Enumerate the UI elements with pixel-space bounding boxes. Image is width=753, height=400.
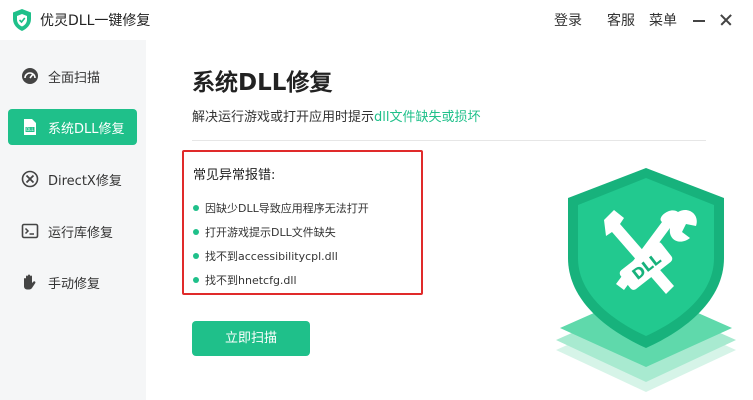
- subtitle-highlight: dll文件缺失或损坏: [374, 110, 481, 125]
- error-list-item: 找不到hnetcfg.dll: [193, 272, 297, 288]
- page-subtitle: 解决运行游戏或打开应用时提示dll文件缺失或损坏: [192, 106, 481, 125]
- error-list-item: 打开游戏提示DLL文件缺失: [193, 224, 336, 240]
- app-logo-icon: [13, 9, 31, 31]
- sidebar-item-label: 系统DLL修复: [48, 122, 125, 137]
- sidebar-item-full-scan[interactable]: 全面扫描: [8, 58, 137, 94]
- page-title: 系统DLL修复: [192, 70, 333, 96]
- error-text: 打开游戏提示DLL文件缺失: [205, 226, 336, 239]
- common-errors-box: 常见异常报错: 因缺少DLL导致应用程序无法打开 打开游戏提示DLL文件缺失 找…: [182, 150, 423, 295]
- scan-now-button[interactable]: 立即扫描: [192, 321, 310, 356]
- runtime-icon: [21, 223, 39, 239]
- error-text: 因缺少DLL导致应用程序无法打开: [205, 202, 369, 215]
- sidebar-item-label: 全面扫描: [48, 71, 101, 86]
- sidebar-item-label: 运行库修复: [48, 226, 114, 241]
- minimize-button[interactable]: [691, 12, 707, 28]
- customer-service-link[interactable]: 客服: [607, 10, 635, 30]
- sidebar: 全面扫描 DLL 系统DLL修复 DirectX修复 运行库修复 手动修复: [0, 40, 146, 400]
- sidebar-item-directx-repair[interactable]: DirectX修复: [8, 161, 137, 197]
- close-button[interactable]: [718, 12, 734, 28]
- dll-shield-illustration: DLL: [556, 168, 736, 392]
- error-text: 找不到hnetcfg.dll: [205, 274, 297, 287]
- common-errors-heading: 常见异常报错:: [193, 168, 276, 183]
- error-list-item: 因缺少DLL导致应用程序无法打开: [193, 200, 369, 216]
- bullet-dot: [193, 205, 199, 211]
- main-content: 系统DLL修复 解决运行游戏或打开应用时提示dll文件缺失或损坏 常见异常报错:…: [146, 40, 753, 400]
- menu-link[interactable]: 菜单: [649, 10, 677, 30]
- bullet-dot: [193, 229, 199, 235]
- directx-icon: [21, 170, 39, 188]
- sidebar-item-runtime-repair[interactable]: 运行库修复: [8, 213, 137, 249]
- login-link[interactable]: 登录: [554, 10, 582, 30]
- error-list-item: 找不到accessibilitycpl.dll: [193, 248, 338, 264]
- scan-icon: [22, 68, 38, 84]
- sidebar-item-system-dll-repair[interactable]: DLL 系统DLL修复: [8, 109, 137, 145]
- dll-file-icon: DLL: [24, 119, 36, 135]
- sidebar-item-manual-repair[interactable]: 手动修复: [8, 264, 137, 300]
- sidebar-item-label: 手动修复: [48, 277, 101, 292]
- bullet-dot: [193, 253, 199, 259]
- svg-text:DLL: DLL: [26, 127, 34, 132]
- error-text: 找不到accessibilitycpl.dll: [205, 250, 338, 263]
- divider: [192, 140, 706, 141]
- app-title: 优灵DLL一键修复: [40, 13, 151, 29]
- manual-fix-icon: [24, 274, 36, 290]
- sidebar-item-label: DirectX修复: [48, 174, 122, 189]
- subtitle-text: 解决运行游戏或打开应用时提示: [192, 110, 375, 125]
- bullet-dot: [193, 277, 199, 283]
- title-bar: 优灵DLL一键修复 登录 客服 菜单: [0, 0, 753, 40]
